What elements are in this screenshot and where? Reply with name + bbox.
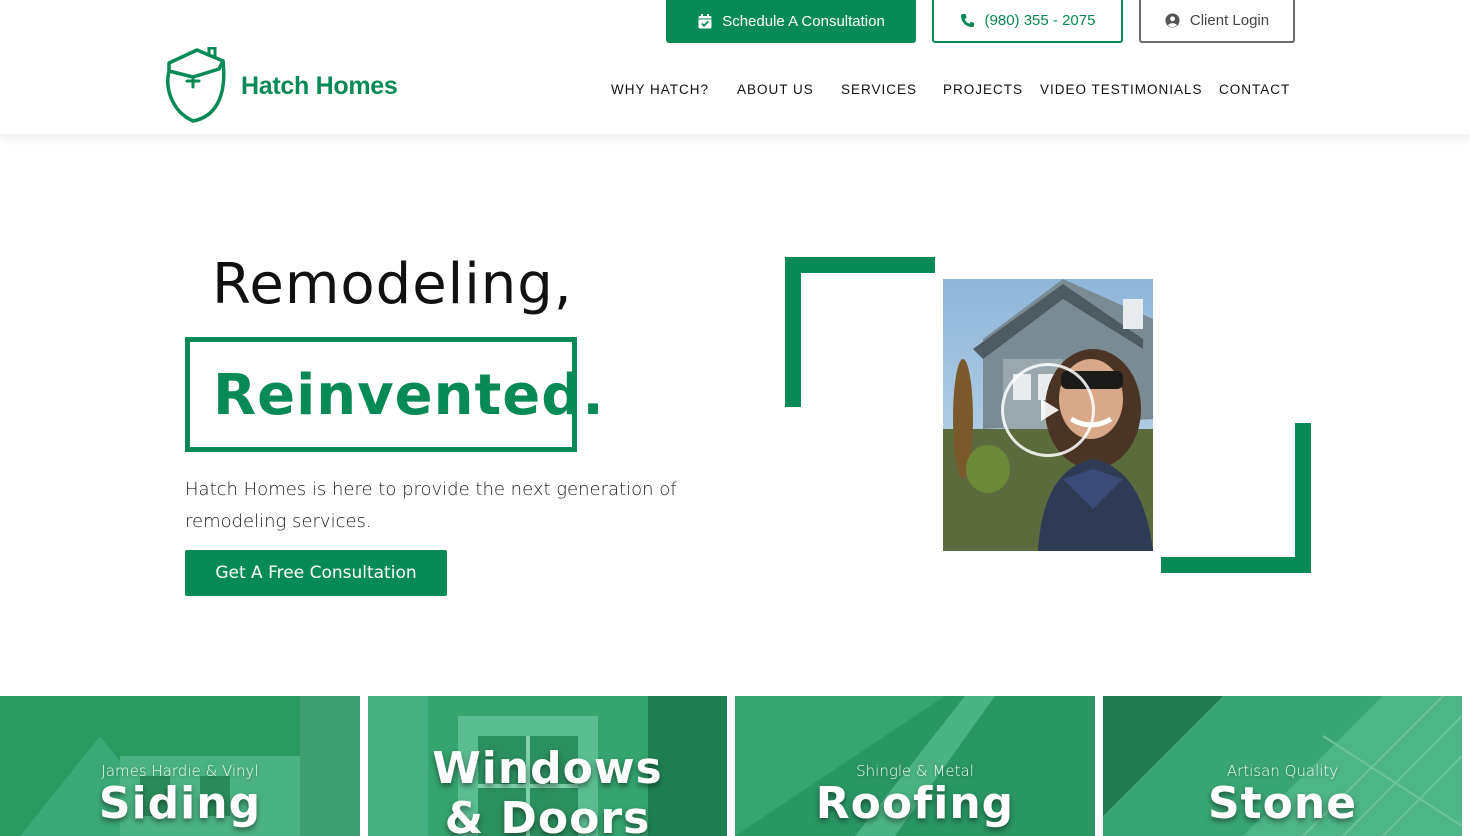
frame-corner-top-left (785, 257, 935, 273)
free-consultation-button[interactable]: Get A Free Consultation (185, 550, 447, 596)
windows-title-line2: & Doors (444, 793, 651, 836)
service-tile-windows-doors[interactable]: Windows & Doors (368, 696, 727, 836)
nav-video-testimonials[interactable]: VIDEO TESTIMONIALS (1040, 82, 1203, 97)
stone-title: Stone (1207, 778, 1358, 829)
hero-description: Hatch Homes is here to provide the next … (185, 479, 677, 532)
hero-heading-line1: Remodeling, (212, 252, 573, 317)
nav-services[interactable]: SERVICES (841, 82, 917, 97)
client-login-button[interactable]: Client Login (1139, 0, 1295, 43)
siding-title: Siding (98, 778, 262, 829)
service-tile-stone[interactable]: Artisan Quality Stone (1103, 696, 1462, 836)
frame-corner-bottom-right (1161, 557, 1311, 573)
schedule-consultation-label: Schedule A Consultation (722, 13, 885, 30)
phone-number: (980) 355 - 2075 (984, 12, 1096, 29)
logo-text: Hatch Homes (241, 71, 398, 100)
windows-doors-title: Windows & Doors (368, 744, 727, 836)
nav-why-hatch[interactable]: WHY HATCH? (611, 82, 709, 97)
phone-icon (960, 13, 976, 29)
roofing-title: Roofing (815, 778, 1015, 829)
nav-about-us[interactable]: ABOUT US (737, 82, 814, 97)
user-circle-icon (1165, 13, 1181, 29)
play-icon (1041, 399, 1059, 421)
client-login-label: Client Login (1189, 12, 1270, 29)
nav-contact[interactable]: CONTACT (1219, 82, 1290, 97)
logo[interactable]: Hatch Homes (163, 46, 413, 126)
play-button[interactable] (1001, 363, 1095, 457)
frame-corner-bottom-right-vertical (1295, 423, 1311, 573)
hero-heading-line2: Reinvented. (213, 363, 605, 428)
windows-title-line1: Windows (432, 743, 663, 794)
service-tile-roofing[interactable]: Shingle & Metal Roofing (735, 696, 1095, 836)
nav-projects[interactable]: PROJECTS (943, 82, 1023, 97)
phone-button[interactable]: (980) 355 - 2075 (932, 0, 1123, 43)
schedule-consultation-button[interactable]: Schedule A Consultation (666, 0, 916, 43)
calendar-check-icon (697, 14, 713, 30)
frame-corner-top-left-vertical (785, 257, 801, 407)
site-header: Hatch Homes Schedule A Consultation (980… (0, 0, 1470, 134)
service-tile-siding[interactable]: James Hardie & Vinyl Siding (0, 696, 360, 836)
testimonial-video[interactable] (943, 279, 1153, 551)
house-shield-logo-icon (166, 47, 226, 123)
